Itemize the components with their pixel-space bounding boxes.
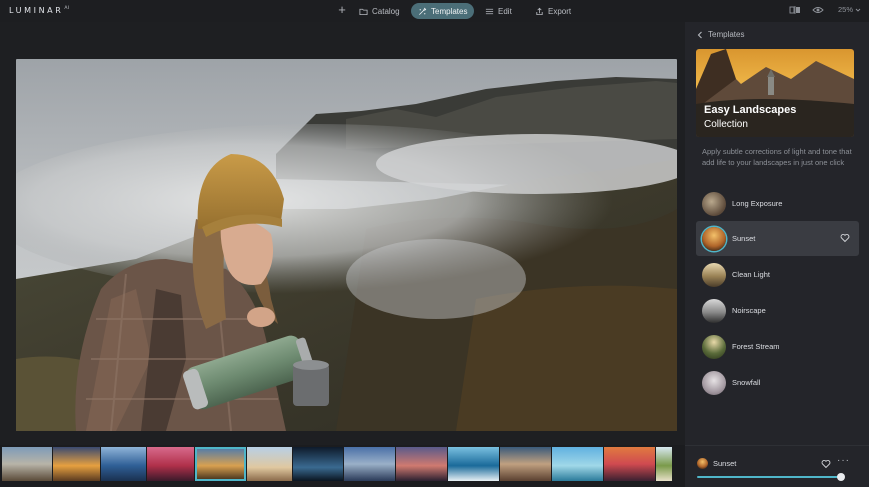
applied-template-label: Sunset (713, 459, 737, 468)
filmstrip-thumbnail[interactable] (552, 447, 603, 481)
top-toolbar: LUMINARAI + Catalog Templates Edit Expor… (0, 0, 869, 22)
main-photo (16, 59, 677, 431)
template-thumbnail (702, 262, 726, 287)
eye-icon[interactable] (812, 5, 824, 15)
chevron-down-icon (855, 8, 861, 12)
template-thumbnail (702, 370, 726, 395)
applied-template-thumbnail (697, 458, 708, 469)
template-clean-light[interactable]: Clean Light (696, 257, 859, 292)
collection-title: Easy Landscapes (704, 104, 797, 116)
zoom-dropdown[interactable]: 25% (838, 5, 861, 14)
filmstrip-thumbnail[interactable] (101, 447, 146, 481)
tab-edit-label: Edit (498, 6, 512, 16)
collection-banner: Easy Landscapes Collection (696, 49, 854, 137)
filmstrip-thumbnail[interactable] (147, 447, 194, 481)
compare-icon[interactable] (789, 5, 801, 15)
template-long-exposure[interactable]: Long Exposure (696, 186, 859, 221)
template-thumbnail (702, 298, 726, 323)
folder-icon (359, 8, 368, 15)
filmstrip-thumbnail[interactable] (448, 447, 499, 481)
tab-templates-label: Templates (431, 6, 468, 16)
back-to-templates-button[interactable]: Templates (697, 30, 744, 39)
filmstrip-thumbnail[interactable] (2, 447, 52, 481)
template-label: Long Exposure (732, 199, 783, 208)
back-label: Templates (708, 30, 745, 39)
template-thumbnail (702, 226, 726, 251)
tab-edit[interactable]: Edit (478, 3, 519, 19)
tab-export-label: Export (548, 6, 572, 16)
template-label: Noirscape (732, 306, 766, 315)
applied-template-bar: Sunset ··· (685, 445, 869, 487)
filmstrip-thumbnail[interactable] (604, 447, 655, 481)
filmstrip-thumbnail[interactable] (53, 447, 100, 481)
add-photos-button[interactable]: + (335, 3, 349, 17)
templates-panel: Templates Easy Landscapes Collection App… (685, 22, 869, 487)
filmstrip-thumbnail[interactable] (344, 447, 395, 481)
heart-icon[interactable] (821, 459, 831, 469)
template-forest-stream[interactable]: Forest Stream (696, 329, 859, 364)
tab-catalog-label: Catalog (372, 6, 400, 16)
tab-export[interactable]: Export (528, 3, 578, 19)
tab-templates[interactable]: Templates (411, 3, 475, 19)
collection-subtitle: Collection (704, 119, 748, 130)
template-snowfall[interactable]: Snowfall (696, 365, 859, 400)
heart-icon[interactable] (840, 233, 850, 243)
photo-canvas[interactable] (16, 59, 677, 431)
template-noirscape[interactable]: Noirscape (696, 293, 859, 328)
share-icon (536, 7, 543, 15)
template-label: Clean Light (732, 270, 770, 279)
template-label: Forest Stream (732, 342, 780, 351)
filmstrip-thumbnail[interactable] (396, 447, 447, 481)
app-logo: LUMINARAI (9, 6, 70, 15)
templates-icon (419, 7, 427, 15)
tab-catalog[interactable]: Catalog (352, 3, 407, 19)
template-thumbnail (702, 334, 726, 359)
filmstrip-thumbnail[interactable] (500, 447, 551, 481)
collection-description: Apply subtle corrections of light and to… (702, 147, 852, 167)
sliders-icon (485, 8, 494, 14)
template-label: Sunset (732, 234, 756, 243)
filmstrip-thumbnail[interactable] (247, 447, 292, 481)
template-label: Snowfall (732, 378, 761, 387)
filmstrip-thumbnail-selected[interactable] (195, 447, 246, 481)
template-sunset[interactable]: Sunset (696, 221, 859, 256)
amount-slider-track[interactable] (697, 476, 841, 478)
chevron-left-icon (697, 31, 702, 38)
filmstrip (0, 445, 685, 487)
more-options-button[interactable]: ··· (837, 455, 850, 466)
filmstrip-thumbnail[interactable] (293, 447, 343, 481)
amount-slider-handle[interactable] (837, 473, 845, 481)
zoom-level: 25% (838, 5, 854, 14)
template-thumbnail (702, 191, 726, 216)
filmstrip-thumbnail[interactable] (656, 447, 672, 481)
